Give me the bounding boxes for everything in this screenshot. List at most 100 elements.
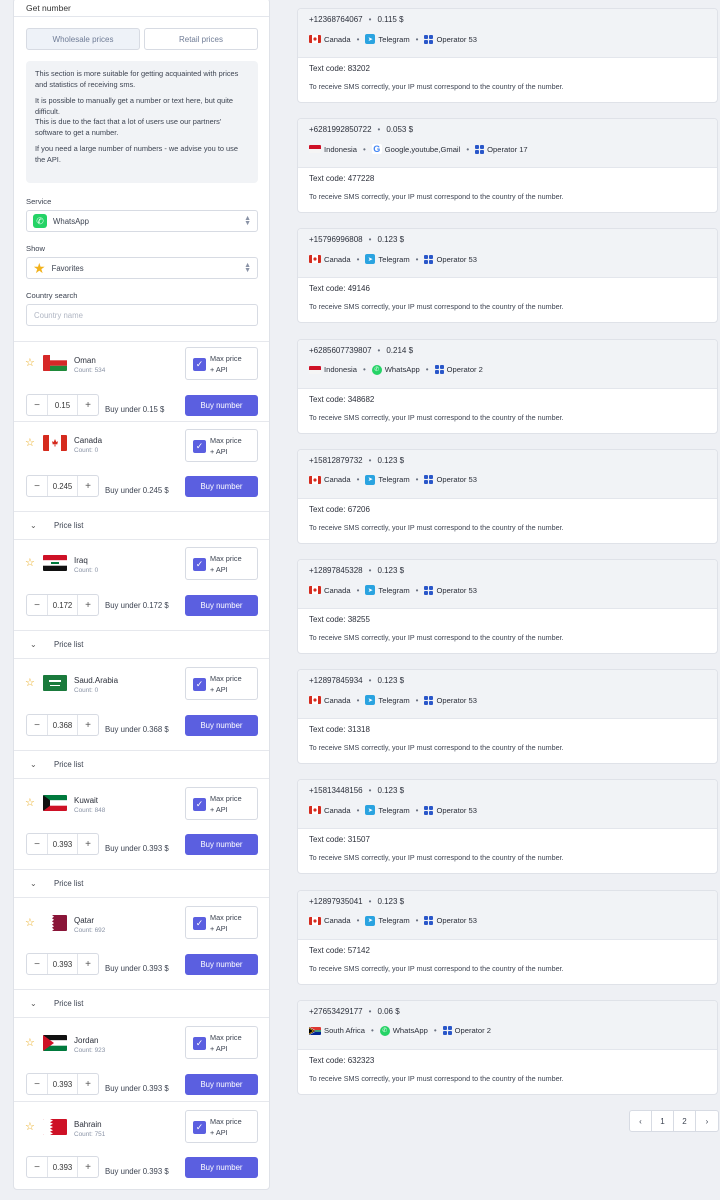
price-value[interactable]: 0.393 (47, 954, 78, 974)
checkbox-checked-icon[interactable]: ✓ (193, 358, 206, 371)
checkbox-checked-icon[interactable]: ✓ (193, 440, 206, 453)
tab-retail-prices[interactable]: Retail prices (144, 28, 258, 50)
price-value[interactable]: 0.172 (47, 595, 78, 615)
number-card: +12897845934 • 0.123 $ Canada • ➤ Telegram • Ope… (297, 669, 718, 765)
checkbox-checked-icon[interactable]: ✓ (193, 798, 206, 811)
sms-text-code[interactable]: Text code: 348682 (309, 395, 374, 404)
plus-icon[interactable]: + (78, 715, 98, 735)
minus-icon[interactable]: − (27, 1074, 47, 1094)
max-price-api-toggle[interactable]: ✓ Max price + API (185, 1026, 258, 1059)
tab-wholesale-prices[interactable]: Wholesale prices (26, 28, 140, 50)
minus-icon[interactable]: − (27, 395, 47, 415)
show-select[interactable]: ★ Favorites ▲ ▼ (26, 257, 258, 279)
favorite-star-icon[interactable]: ☆ (25, 438, 35, 449)
plus-icon[interactable]: + (78, 1157, 98, 1177)
sms-text-code[interactable]: Text code: 632323 (309, 1056, 374, 1065)
price-stepper[interactable]: − 0.368 + (26, 714, 99, 736)
minus-icon[interactable]: − (27, 715, 47, 735)
price-stepper[interactable]: − 0.393 + (26, 1156, 99, 1178)
number-price: 0.06 $ (377, 1006, 400, 1016)
buy-number-button[interactable]: Buy number (185, 834, 258, 855)
price-value[interactable]: 0.368 (47, 715, 78, 735)
price-stepper[interactable]: − 0.393 + (26, 833, 99, 855)
max-price-api-toggle[interactable]: ✓ Max price + API (185, 429, 258, 462)
price-stepper[interactable]: − 0.393 + (26, 953, 99, 975)
price-value[interactable]: 0.393 (47, 1157, 78, 1177)
phone-number[interactable]: +12897845934 (309, 676, 363, 685)
max-price-api-toggle[interactable]: ✓ Max price + API (185, 667, 258, 700)
sms-text-code[interactable]: Text code: 38255 (309, 615, 370, 624)
plus-icon[interactable]: + (78, 395, 98, 415)
max-price-api-toggle[interactable]: ✓ Max price + API (185, 1110, 258, 1143)
page-1-button[interactable]: 1 (652, 1111, 674, 1131)
favorite-star-icon[interactable]: ☆ (25, 1122, 35, 1133)
country-search-input[interactable] (26, 304, 258, 326)
sms-text-code[interactable]: Text code: 57142 (309, 946, 370, 955)
sms-text-code[interactable]: Text code: 477228 (309, 174, 374, 183)
price-stepper[interactable]: − 0.245 + (26, 475, 99, 497)
phone-number[interactable]: +15796996808 (309, 235, 363, 244)
buy-number-button[interactable]: Buy number (185, 1157, 258, 1178)
buy-number-button[interactable]: Buy number (185, 715, 258, 736)
favorite-star-icon[interactable]: ☆ (25, 358, 35, 369)
favorite-star-icon[interactable]: ☆ (25, 678, 35, 689)
favorite-star-icon[interactable]: ☆ (25, 918, 35, 929)
sms-text-code[interactable]: Text code: 83202 (309, 64, 370, 73)
buy-number-button[interactable]: Buy number (185, 476, 258, 497)
sms-text-code[interactable]: Text code: 31318 (309, 725, 370, 734)
max-price-api-toggle[interactable]: ✓ Max price + API (185, 347, 258, 380)
phone-number[interactable]: +6281992850722 (309, 125, 372, 134)
prev-page-button[interactable]: ‹ (630, 1111, 652, 1131)
price-list-toggle[interactable]: ⌄ Price list (14, 511, 269, 540)
price-value[interactable]: 0.393 (47, 1074, 78, 1094)
price-stepper[interactable]: − 0.15 + (26, 394, 99, 416)
plus-icon[interactable]: + (78, 476, 98, 496)
phone-number[interactable]: +12897845328 (309, 566, 363, 575)
buy-number-button[interactable]: Buy number (185, 395, 258, 416)
checkbox-checked-icon[interactable]: ✓ (193, 678, 206, 691)
price-list-toggle[interactable]: ⌄ Price list (14, 630, 269, 659)
price-value[interactable]: 0.393 (47, 834, 78, 854)
buy-number-button[interactable]: Buy number (185, 1074, 258, 1095)
minus-icon[interactable]: − (27, 1157, 47, 1177)
buy-number-button[interactable]: Buy number (185, 954, 258, 975)
buy-number-button[interactable]: Buy number (185, 595, 258, 616)
max-price-api-toggle[interactable]: ✓ Max price + API (185, 906, 258, 939)
price-value[interactable]: 0.15 (47, 395, 78, 415)
minus-icon[interactable]: − (27, 476, 47, 496)
favorite-star-icon[interactable]: ☆ (25, 558, 35, 569)
price-value[interactable]: 0.245 (47, 476, 78, 496)
plus-icon[interactable]: + (78, 954, 98, 974)
plus-icon[interactable]: + (78, 1074, 98, 1094)
phone-number[interactable]: +27653429177 (309, 1007, 363, 1016)
max-price-api-toggle[interactable]: ✓ Max price + API (185, 547, 258, 580)
phone-number[interactable]: +12897935041 (309, 897, 363, 906)
phone-number[interactable]: +6285607739807 (309, 346, 372, 355)
plus-icon[interactable]: + (78, 834, 98, 854)
checkbox-checked-icon[interactable]: ✓ (193, 1121, 206, 1134)
favorite-star-icon[interactable]: ☆ (25, 1038, 35, 1049)
checkbox-checked-icon[interactable]: ✓ (193, 558, 206, 571)
next-page-button[interactable]: › (696, 1111, 718, 1131)
price-list-toggle[interactable]: ⌄ Price list (14, 989, 269, 1018)
price-list-toggle[interactable]: ⌄ Price list (14, 750, 269, 779)
checkbox-checked-icon[interactable]: ✓ (193, 917, 206, 930)
minus-icon[interactable]: − (27, 595, 47, 615)
phone-number[interactable]: +15812879732 (309, 456, 363, 465)
sms-text-code[interactable]: Text code: 49146 (309, 284, 370, 293)
sms-text-code[interactable]: Text code: 67206 (309, 505, 370, 514)
minus-icon[interactable]: − (27, 834, 47, 854)
max-price-api-toggle[interactable]: ✓ Max price + API (185, 787, 258, 820)
page-2-button[interactable]: 2 (674, 1111, 696, 1131)
price-list-toggle[interactable]: ⌄ Price list (14, 869, 269, 898)
minus-icon[interactable]: − (27, 954, 47, 974)
service-select[interactable]: ✆ WhatsApp ▲ ▼ (26, 210, 258, 232)
price-stepper[interactable]: − 0.172 + (26, 594, 99, 616)
sms-text-code[interactable]: Text code: 31507 (309, 835, 370, 844)
plus-icon[interactable]: + (78, 595, 98, 615)
checkbox-checked-icon[interactable]: ✓ (193, 1037, 206, 1050)
phone-number[interactable]: +15813448156 (309, 786, 363, 795)
phone-number[interactable]: +12368764067 (309, 15, 363, 24)
favorite-star-icon[interactable]: ☆ (25, 798, 35, 809)
price-stepper[interactable]: − 0.393 + (26, 1073, 99, 1095)
